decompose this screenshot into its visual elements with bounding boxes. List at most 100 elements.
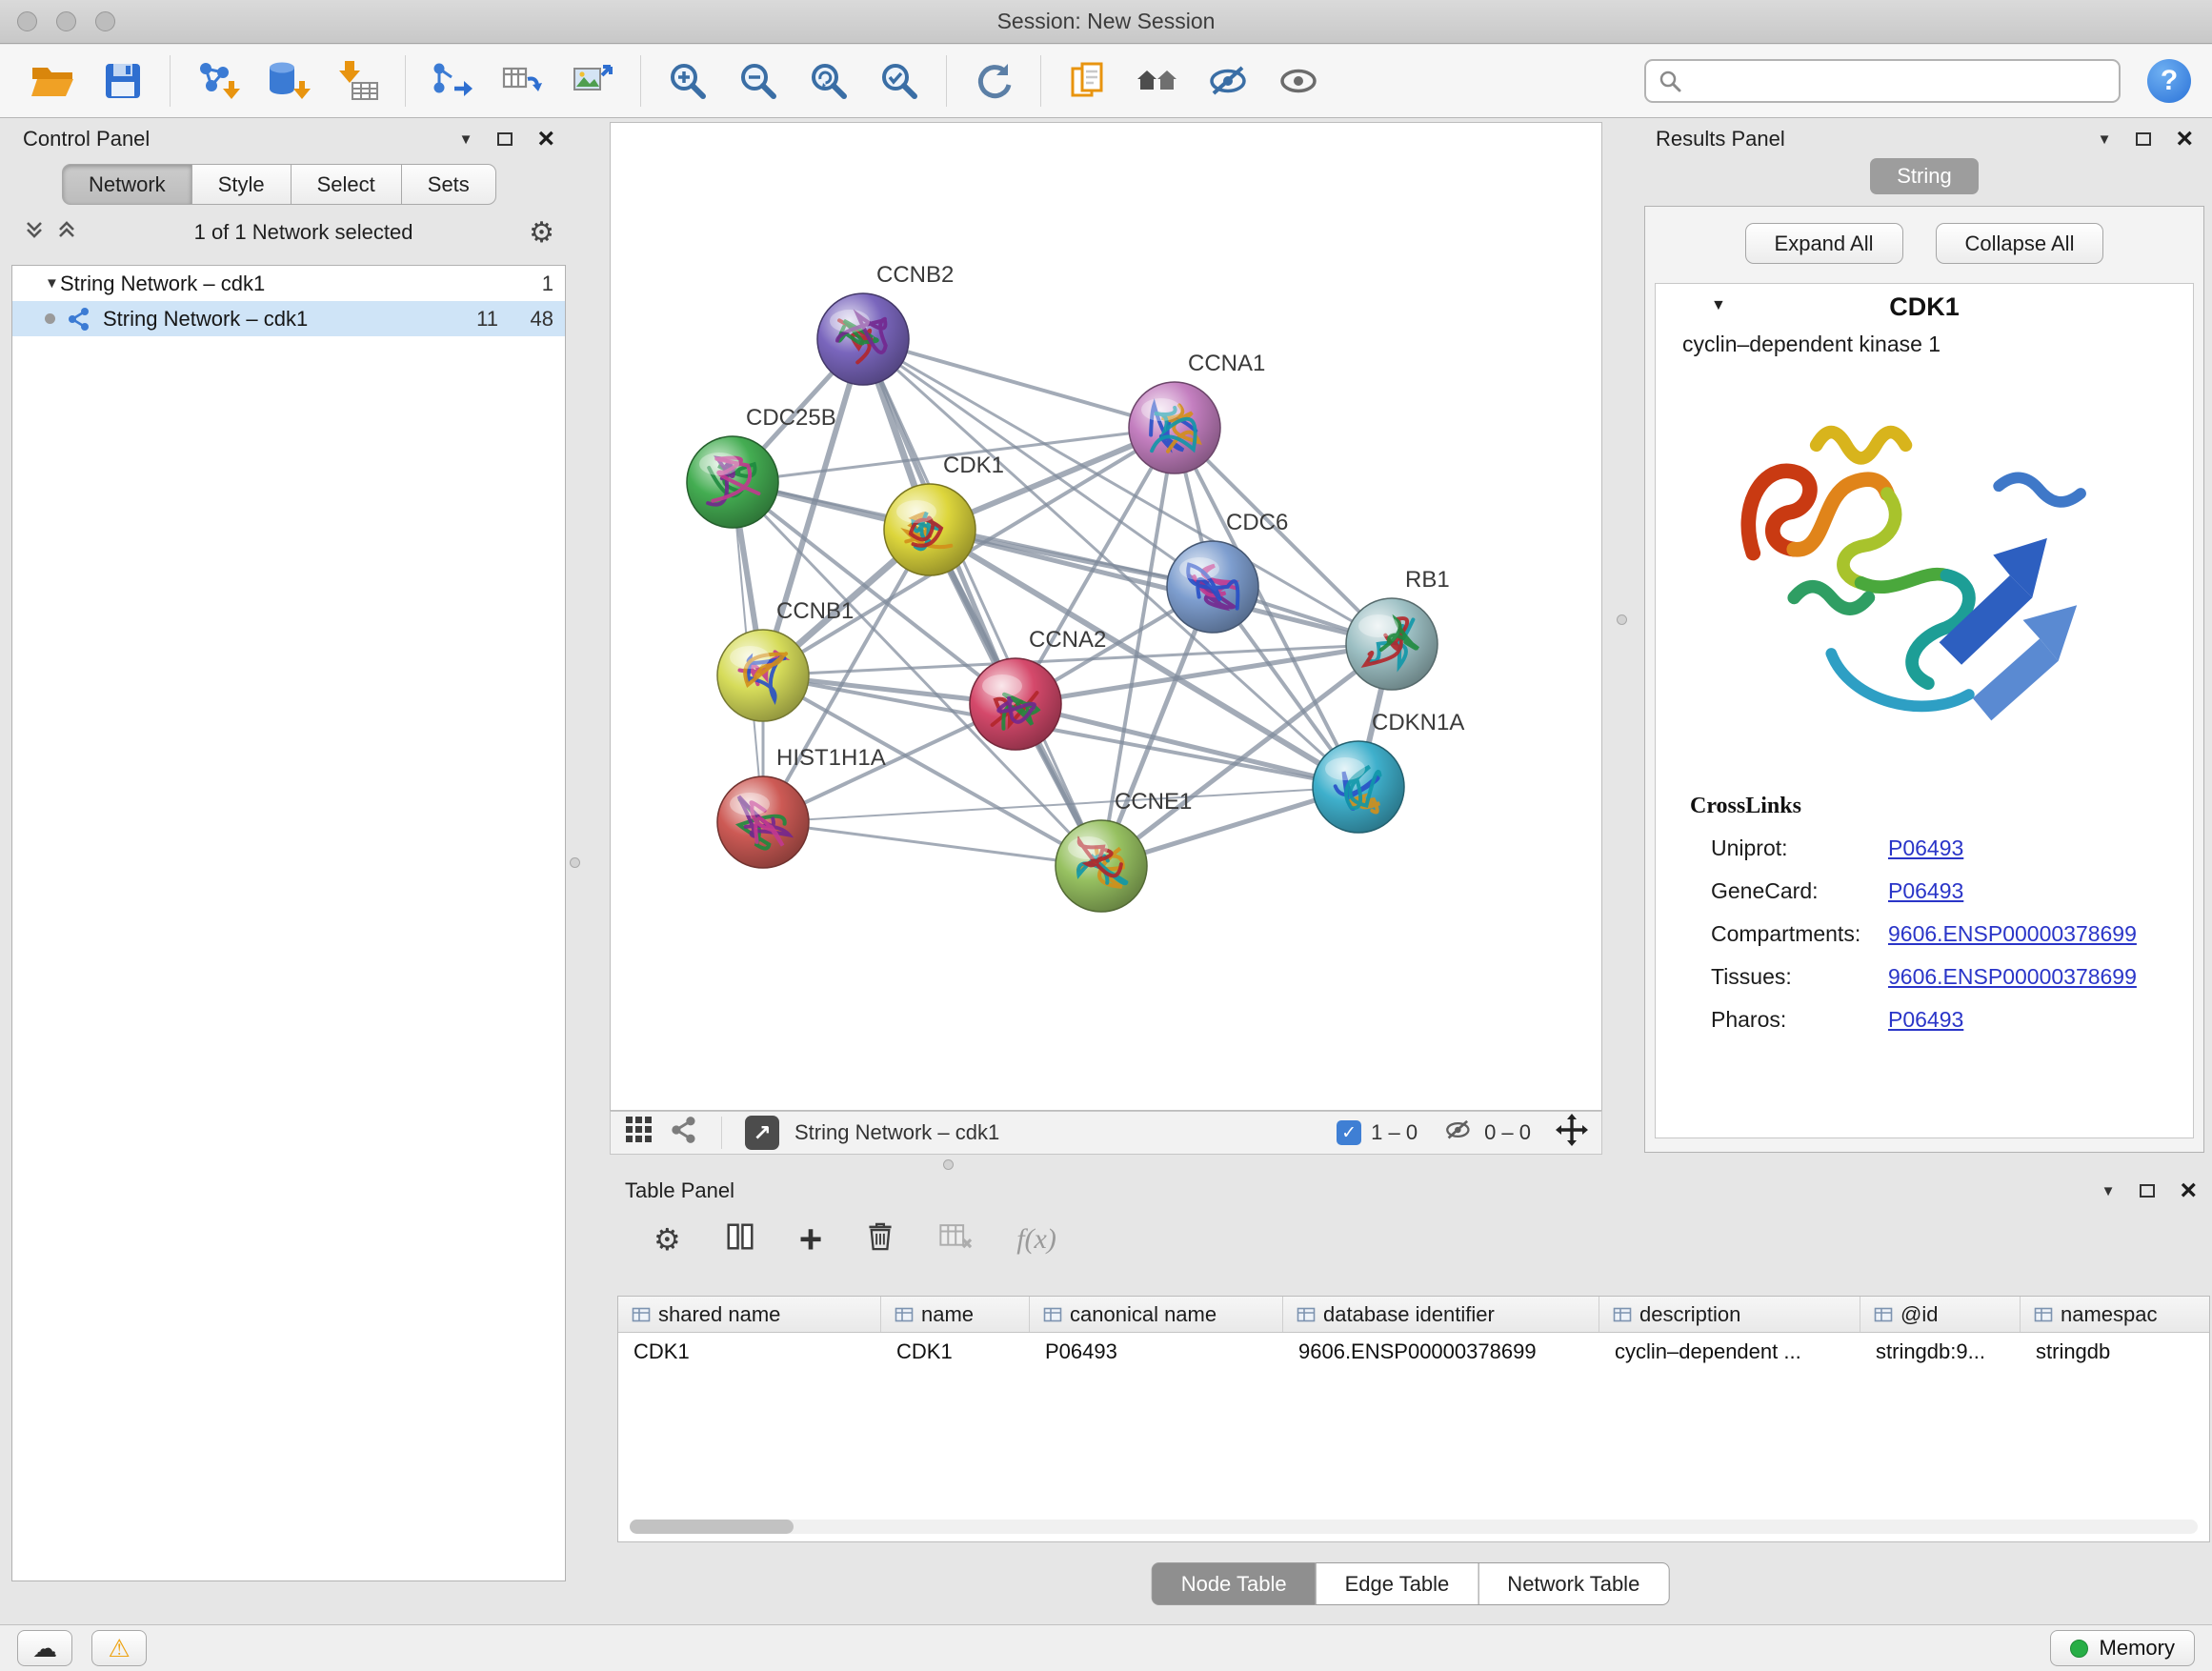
panel-menu-icon[interactable]: ▼ [459, 131, 473, 148]
table-body: CDK1CDK1P064939606.ENSP00000378699cyclin… [618, 1333, 2209, 1371]
column-header-canonical-name[interactable]: canonical name [1030, 1297, 1283, 1332]
tree-expander-icon[interactable]: ▼ [24, 275, 49, 292]
panel-close-icon[interactable]: × [537, 130, 554, 149]
tab-edge-table[interactable]: Edge Table [1316, 1562, 1479, 1605]
tab-style[interactable]: Style [191, 164, 292, 205]
panel-close-icon[interactable]: × [2180, 1181, 2197, 1200]
zoom-fit-button[interactable] [797, 51, 860, 111]
crosslink-value[interactable]: P06493 [1888, 870, 1963, 913]
scrollbar-thumb[interactable] [630, 1520, 794, 1534]
crosslink-value[interactable]: P06493 [1888, 998, 1963, 1041]
collapse-all-tree-icon[interactable] [55, 218, 78, 247]
network-graph[interactable]: CCNB2CCNA1CDC25BCDK1CDC6RB1CCNB1CCNA2CDK… [611, 123, 1601, 1110]
import-table-button[interactable] [327, 51, 390, 111]
graphics-details-button[interactable] [1127, 51, 1190, 111]
tab-sets[interactable]: Sets [401, 164, 496, 205]
table-settings-gear-icon[interactable]: ⚙ [654, 1221, 681, 1258]
network-edge-CDK1-RB1[interactable] [930, 530, 1392, 644]
expand-all-tree-icon[interactable] [23, 218, 46, 247]
network-node-CCNA1[interactable]: CCNA1 [1129, 351, 1265, 473]
clipboard-button[interactable] [1056, 51, 1119, 111]
open-in-string-button[interactable]: ↗ [745, 1116, 779, 1150]
crosslink-label: Pharos: [1711, 998, 1888, 1041]
zoom-in-button[interactable] [656, 51, 719, 111]
network-arrows-icon [430, 59, 475, 103]
column-header-description[interactable]: description [1599, 1297, 1860, 1332]
window-zoom-button[interactable] [95, 11, 115, 31]
network-edge-CCNE1-HIST1H1A[interactable] [763, 822, 1101, 866]
move-crosshair-icon[interactable] [1556, 1114, 1588, 1152]
import-database-button[interactable] [256, 51, 319, 111]
tree-row[interactable]: String Network – cdk11148 [12, 301, 565, 336]
network-node-HIST1H1A[interactable]: HIST1H1A [717, 745, 886, 868]
zoom-selected-button[interactable] [868, 51, 931, 111]
window-minimize-button[interactable] [56, 11, 76, 31]
panel-close-icon[interactable]: × [2176, 130, 2193, 149]
panel-menu-icon[interactable]: ▼ [2098, 131, 2112, 148]
network-node-CDK1[interactable]: CDK1 [884, 453, 1004, 575]
help-button[interactable]: ? [2147, 59, 2191, 103]
network-edge-CCNB2-CCNE1[interactable] [863, 339, 1101, 866]
network-view-footer: ↗ String Network – cdk1 ✓ 1 – 0 0 – 0 [610, 1111, 1602, 1155]
network-node-CCNB2[interactable]: CCNB2 [817, 262, 954, 385]
network-tree[interactable]: ▼String Network – cdk11String Network – … [11, 265, 566, 1581]
vertical-splitter-grip[interactable] [570, 857, 580, 868]
crosslink-value[interactable]: 9606.ENSP00000378699 [1888, 956, 2137, 998]
column-label: namespac [2061, 1302, 2158, 1327]
gear-icon[interactable]: ⚙ [529, 216, 554, 250]
merge-networks-button[interactable] [421, 51, 484, 111]
add-column-icon[interactable]: + [799, 1225, 823, 1254]
collapse-all-button[interactable]: Collapse All [1936, 223, 2104, 264]
panel-float-icon[interactable] [2140, 1184, 2155, 1198]
collapse-section-icon[interactable]: ▼ [1711, 297, 1726, 314]
string-share-icon[interactable] [670, 1116, 698, 1150]
crosslink-value[interactable]: 9606.ENSP00000378699 [1888, 913, 2137, 956]
tab-network[interactable]: Network [62, 164, 192, 205]
hide-details-button[interactable] [1197, 51, 1260, 111]
tab-string[interactable]: String [1870, 158, 1979, 194]
network-edge-CCNB2-CCNA1[interactable] [863, 339, 1175, 428]
column-header-database-identifier[interactable]: database identifier [1283, 1297, 1599, 1332]
tab-node-table[interactable]: Node Table [1152, 1562, 1317, 1605]
tree-row[interactable]: ▼String Network – cdk11 [12, 266, 565, 301]
panel-float-icon[interactable] [497, 132, 513, 146]
table-row[interactable]: CDK1CDK1P064939606.ENSP00000378699cyclin… [618, 1333, 2209, 1371]
tab-select[interactable]: Select [291, 164, 402, 205]
column-header-namespac[interactable]: namespac [2021, 1297, 2210, 1332]
launch-arrow-icon: ↗ [753, 1120, 771, 1146]
warnings-button[interactable]: ⚠ [91, 1630, 147, 1666]
search-input[interactable] [1692, 69, 2107, 93]
memory-button[interactable]: Memory [2050, 1630, 2195, 1666]
save-session-button[interactable] [91, 51, 154, 111]
column-header-@id[interactable]: @id [1860, 1297, 2021, 1332]
show-details-button[interactable] [1268, 51, 1331, 111]
network-view[interactable]: CCNB2CCNA1CDC25BCDK1CDC6RB1CCNB1CCNA2CDK… [610, 122, 1602, 1111]
expand-all-button[interactable]: Expand All [1745, 223, 1903, 264]
tab-network-table[interactable]: Network Table [1478, 1562, 1669, 1605]
panel-float-icon[interactable] [2136, 132, 2151, 146]
window-close-button[interactable] [17, 11, 37, 31]
crosslink-value[interactable]: P06493 [1888, 827, 1963, 870]
network-node-CCNB1[interactable]: CCNB1 [717, 598, 854, 721]
search-box[interactable] [1644, 59, 2121, 103]
open-session-button[interactable] [21, 51, 84, 111]
network-from-table-button[interactable] [492, 51, 554, 111]
refresh-button[interactable] [962, 51, 1025, 111]
selected-checkbox-icon[interactable]: ✓ [1337, 1120, 1361, 1145]
network-node-RB1[interactable]: RB1 [1346, 567, 1450, 690]
import-network-button[interactable] [186, 51, 249, 111]
cloud-status-button[interactable]: ☁ [17, 1630, 72, 1666]
column-header-name[interactable]: name [881, 1297, 1030, 1332]
delete-column-trash-icon[interactable] [864, 1219, 896, 1259]
column-header-shared-name[interactable]: shared name [618, 1297, 881, 1332]
hidden-eye-slash-icon[interactable] [1442, 1116, 1475, 1150]
zoom-out-button[interactable] [727, 51, 790, 111]
table-horizontal-scrollbar[interactable] [630, 1520, 2198, 1534]
network-node-CDKN1A[interactable]: CDKN1A [1313, 710, 1464, 833]
horizontal-splitter-grip[interactable] [943, 1159, 954, 1170]
panel-menu-icon[interactable]: ▼ [2101, 1183, 2116, 1199]
birdseye-icon[interactable] [624, 1115, 654, 1151]
export-image-button[interactable] [562, 51, 625, 111]
vertical-splitter-grip[interactable] [1617, 614, 1627, 625]
show-columns-icon[interactable] [723, 1219, 757, 1259]
